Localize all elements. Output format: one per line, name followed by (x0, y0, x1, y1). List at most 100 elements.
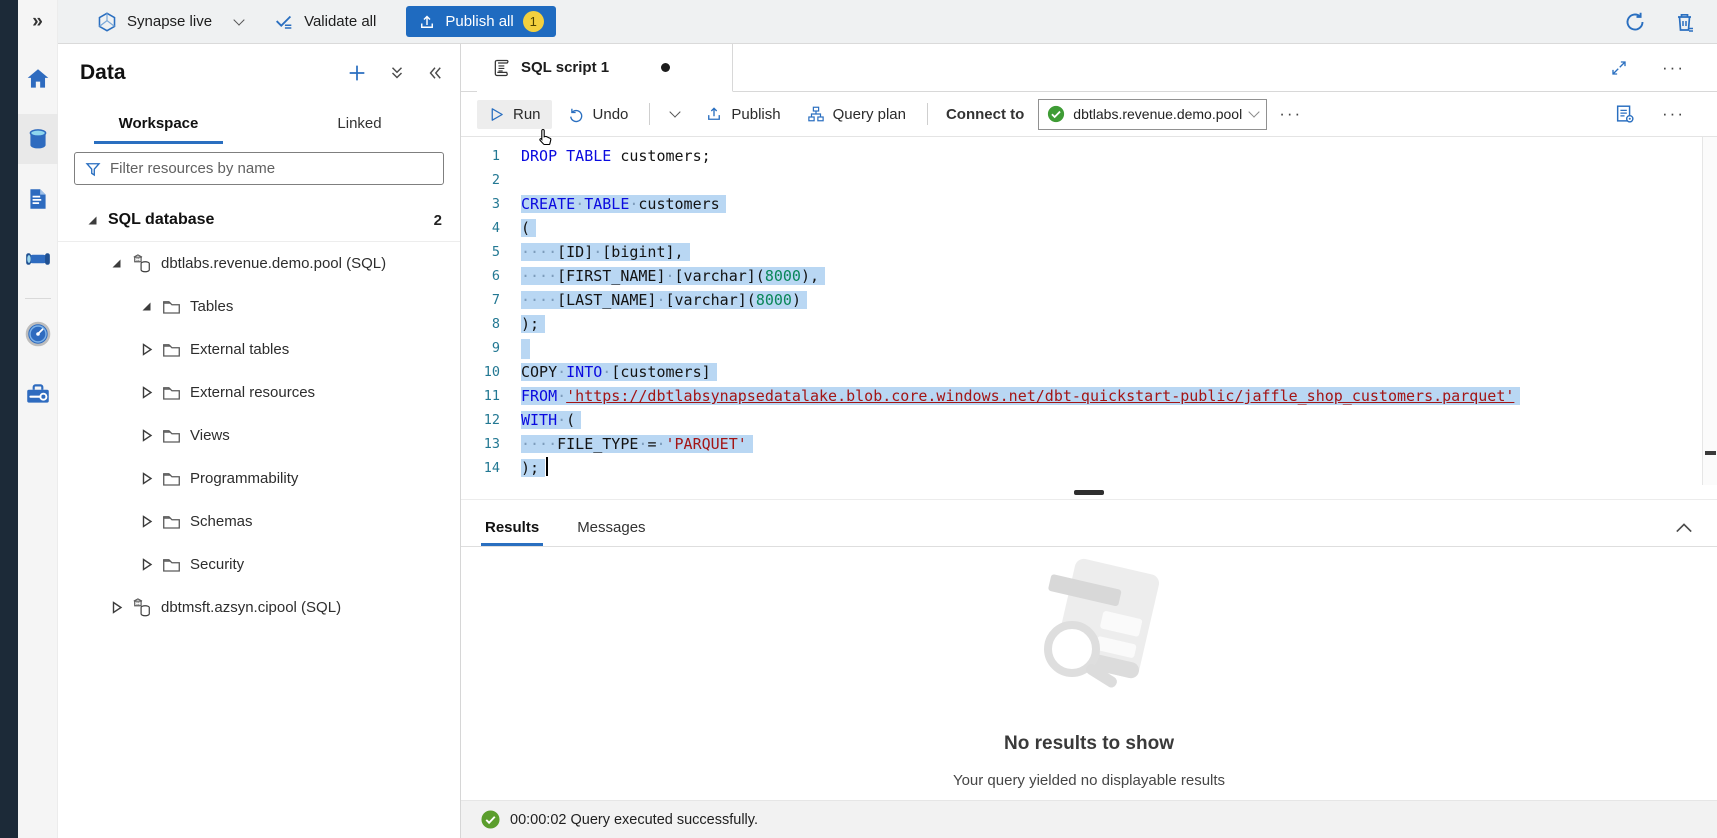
code-line-12[interactable]: 12WITH·( (461, 408, 1717, 432)
expand-nav-button[interactable]: » (32, 0, 43, 44)
top-command-bar: Synapse live Validate all Publish all 1 (58, 0, 1717, 44)
twisty-expanded-icon[interactable] (110, 257, 123, 270)
filter-resources-input[interactable] (110, 160, 434, 177)
tab-linked[interactable]: Linked (259, 102, 460, 144)
editor-more-button[interactable]: ··· (1654, 104, 1693, 124)
code-line-5[interactable]: 5····[ID]·[bigint], (461, 240, 1717, 264)
code-line-2[interactable]: 2 (461, 168, 1717, 192)
line-number: 1 (461, 144, 521, 168)
editor-results-splitter[interactable] (461, 485, 1717, 499)
code-line-3[interactable]: 3CREATE·TABLE·customers (461, 192, 1717, 216)
line-number: 13 (461, 432, 521, 456)
nav-item-home[interactable] (18, 54, 58, 104)
code-line-10[interactable]: 10COPY·INTO·[customers] (461, 360, 1717, 384)
double-chevron-left-icon[interactable] (426, 64, 444, 82)
code-line-11[interactable]: 11FROM·'https://dbtlabsynapsedatalake.bl… (461, 384, 1717, 408)
results-empty-state: No results to show Your query yielded no… (461, 547, 1717, 800)
connected-check-icon (1047, 105, 1065, 123)
nav-item-integrate[interactable] (18, 234, 58, 284)
code-line-7[interactable]: 7····[LAST_NAME]·[varchar](8000) (461, 288, 1717, 312)
publish-button[interactable]: Publish (694, 99, 791, 129)
code-line-8[interactable]: 8); (461, 312, 1717, 336)
folder-icon (162, 556, 181, 573)
tab-sql-script-1[interactable]: SQL script 1 (477, 44, 733, 92)
twisty-collapsed-icon[interactable] (110, 601, 123, 614)
line-number: 4 (461, 216, 521, 240)
code-line-1[interactable]: 1DROP TABLE customers; (461, 144, 1717, 168)
panel-title: Data (80, 61, 126, 85)
document-tab-title: SQL script 1 (521, 59, 609, 76)
code-line-4[interactable]: 4( (461, 216, 1717, 240)
tab-more-button[interactable]: ··· (1654, 58, 1693, 78)
connect-to-label: Connect to (946, 106, 1024, 123)
pool-select-dropdown[interactable]: dbtlabs.revenue.demo.pool (1038, 99, 1267, 130)
tree-item-sql-database[interactable]: SQL database2 (58, 199, 460, 242)
line-number: 10 (461, 360, 521, 384)
add-plus-icon[interactable] (346, 62, 368, 84)
expand-editor-icon[interactable] (1610, 59, 1628, 77)
line-number: 2 (461, 168, 521, 192)
code-line-14[interactable]: 14); (461, 456, 1717, 480)
nav-item-data[interactable] (18, 114, 58, 164)
editor-scrollbar-gutter[interactable] (1702, 137, 1717, 485)
query-plan-label: Query plan (833, 106, 906, 123)
tab-workspace[interactable]: Workspace (58, 102, 259, 144)
code-line-13[interactable]: 13····FILE_TYPE·=·'PARQUET' (461, 432, 1717, 456)
chevron-down-icon (1249, 106, 1260, 117)
nav-rail: » (18, 0, 58, 838)
filter-resources-box[interactable] (74, 152, 444, 185)
twisty-collapsed-icon[interactable] (140, 472, 153, 485)
tree-item-folder[interactable]: Programmability (58, 457, 460, 500)
undo-button[interactable]: Undo (556, 99, 640, 129)
nav-item-develop[interactable] (18, 174, 58, 224)
left-dark-strip (0, 0, 18, 838)
no-results-illustration (994, 557, 1184, 709)
splitter-handle[interactable] (1074, 490, 1104, 495)
double-chevron-down-icon[interactable] (388, 64, 406, 82)
tree-item-folder[interactable]: Views (58, 414, 460, 457)
tree-item-folder[interactable]: Schemas (58, 500, 460, 543)
tree-item-folder[interactable]: External tables (58, 328, 460, 371)
mode-selector[interactable]: Synapse live (96, 11, 243, 33)
scrollbar-thumb[interactable] (1705, 451, 1716, 455)
tree-item-database[interactable]: dbtmsft.azsyn.cipool (SQL) (58, 586, 460, 629)
tree-item-folder[interactable]: External resources (58, 371, 460, 414)
code-editor[interactable]: 1DROP TABLE customers;23CREATE·TABLE·cus… (461, 137, 1717, 485)
query-status-text: 00:00:02 Query executed successfully. (510, 812, 758, 828)
tree-item-database[interactable]: dbtlabs.revenue.demo.pool (SQL) (58, 242, 460, 285)
validate-check-icon (273, 11, 295, 33)
manage-icon (24, 381, 52, 407)
line-number: 9 (461, 336, 521, 360)
chevron-down-icon (233, 14, 244, 25)
undo-dropdown-button[interactable] (660, 106, 690, 122)
twisty-collapsed-icon[interactable] (140, 343, 153, 356)
publish-all-button[interactable]: Publish all 1 (406, 6, 555, 37)
twisty-expanded-icon[interactable] (140, 300, 153, 313)
code-line-6[interactable]: 6····[FIRST_NAME]·[varchar](8000), (461, 264, 1717, 288)
sql-script-icon (491, 57, 511, 79)
chevron-up-icon[interactable] (1675, 522, 1693, 546)
editor-toolbar: Run Undo Publish Query plan (461, 92, 1717, 137)
empty-results-title: No results to show (1004, 733, 1174, 755)
twisty-collapsed-icon[interactable] (140, 558, 153, 571)
validate-all-button[interactable]: Validate all (273, 11, 376, 33)
twisty-expanded-icon[interactable] (86, 214, 99, 227)
twisty-collapsed-icon[interactable] (140, 515, 153, 528)
toolbar-more-button[interactable]: ··· (1271, 104, 1310, 124)
nav-item-manage[interactable] (18, 369, 58, 419)
tab-messages[interactable]: Messages (573, 519, 649, 546)
twisty-collapsed-icon[interactable] (140, 429, 153, 442)
tab-results[interactable]: Results (481, 519, 543, 546)
twisty-collapsed-icon[interactable] (140, 386, 153, 399)
nav-item-monitor[interactable] (18, 309, 58, 359)
discard-trash-icon[interactable] (1673, 10, 1697, 34)
query-plan-button[interactable]: Query plan (796, 99, 917, 129)
run-button[interactable]: Run (477, 100, 552, 129)
session-settings-icon[interactable] (1614, 103, 1636, 125)
tree-item-folder[interactable]: Security (58, 543, 460, 586)
tree-item-folder[interactable]: Tables (58, 285, 460, 328)
line-content: FROM·'https://dbtlabsynapsedatalake.blob… (521, 384, 1520, 408)
refresh-icon[interactable] (1623, 10, 1647, 34)
code-line-9[interactable]: 9 (461, 336, 1717, 360)
run-play-icon (488, 106, 505, 123)
